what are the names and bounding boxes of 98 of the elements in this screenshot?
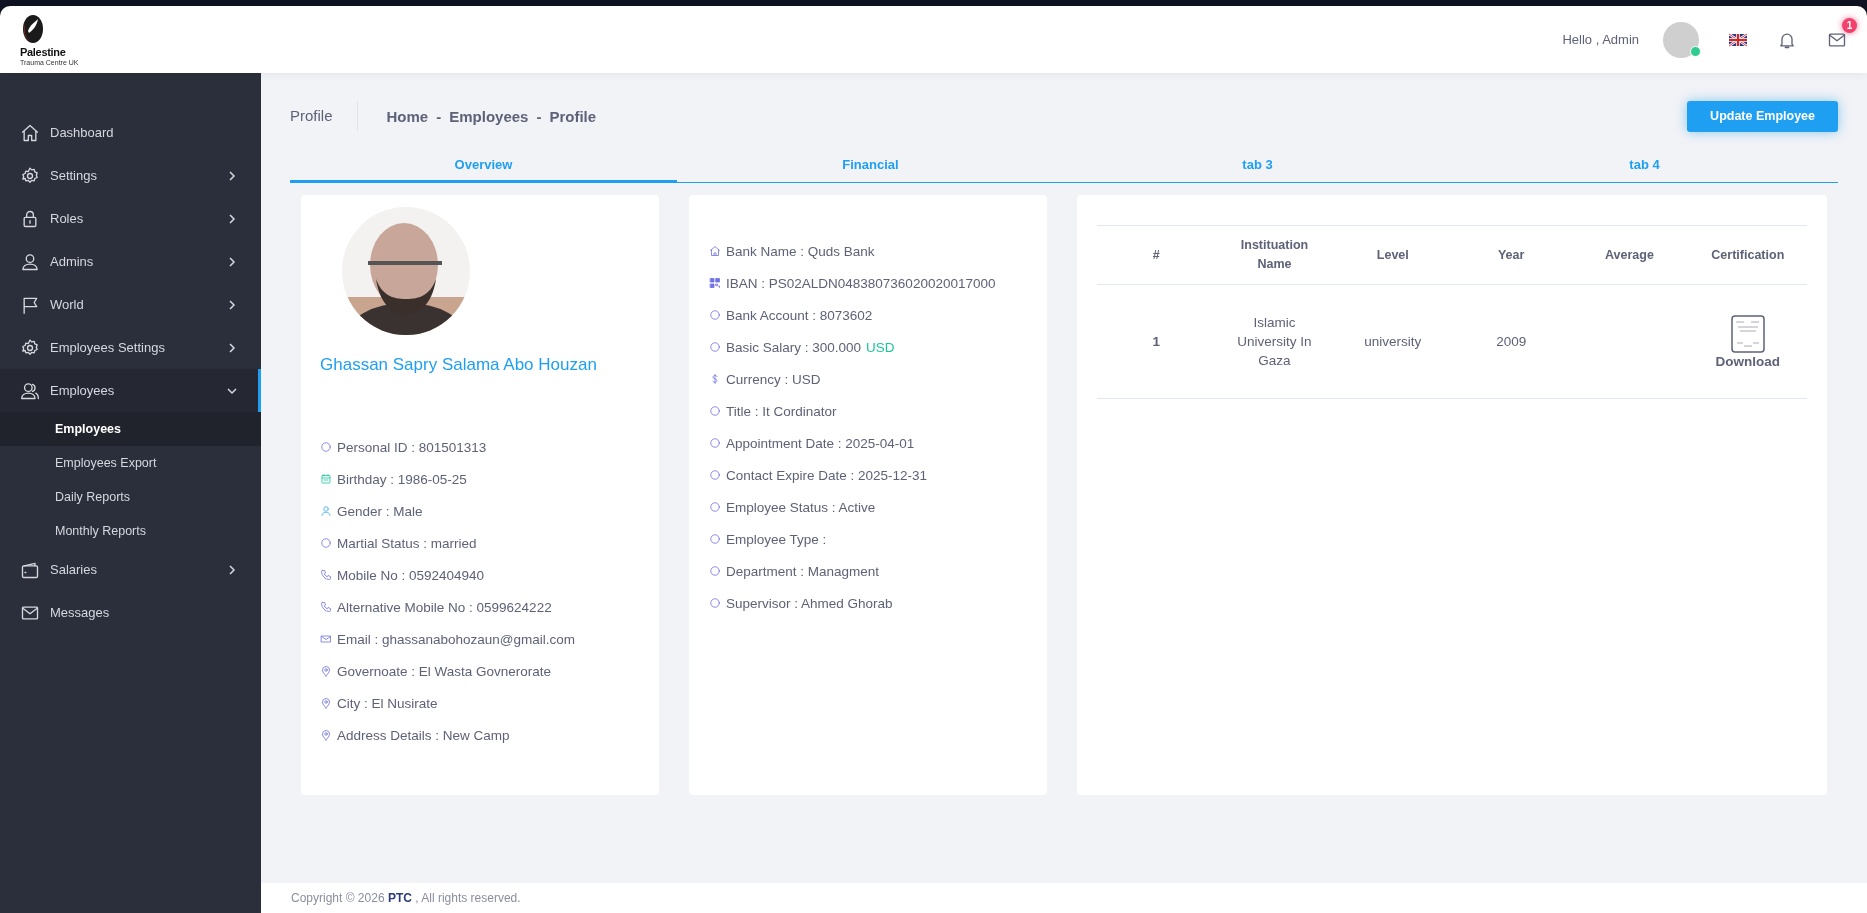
detail-text: Governoate : El Wasta Govnerorate bbox=[337, 663, 552, 679]
sidebar-item-label: Salaries bbox=[50, 562, 97, 577]
breadcrumb-separator: - bbox=[536, 107, 542, 125]
sidebar-subitem[interactable]: Employees Export bbox=[0, 446, 261, 480]
circle-icon bbox=[709, 405, 721, 417]
column-header: Instituation Name bbox=[1215, 225, 1334, 285]
dove-logo-icon bbox=[20, 13, 46, 45]
detail-text: Birthday : 1986-05-25 bbox=[337, 471, 467, 487]
detail-text: Title : It Cordinator bbox=[726, 403, 837, 419]
sidebar-item[interactable]: World bbox=[0, 283, 261, 326]
circle-icon bbox=[709, 341, 721, 353]
sidebar-subitem[interactable]: Daily Reports bbox=[0, 480, 261, 514]
detail-text: Gender : Male bbox=[337, 503, 423, 519]
circle-icon bbox=[320, 537, 332, 549]
phone-icon bbox=[320, 601, 332, 613]
sidebar-item-label: Dashboard bbox=[50, 125, 114, 140]
download-link[interactable]: Download bbox=[1715, 353, 1781, 369]
user-icon bbox=[20, 251, 40, 272]
sidebar-item-label: Roles bbox=[50, 211, 84, 226]
detail-text: Basic Salary : 300.000 bbox=[726, 339, 862, 355]
sidebar-item[interactable]: Employees bbox=[0, 369, 261, 412]
table-cell: 2009 bbox=[1452, 284, 1571, 399]
column-header: # bbox=[1097, 225, 1216, 285]
table-cell: university bbox=[1333, 284, 1452, 399]
sidebar-subitem[interactable]: Employees bbox=[0, 412, 261, 446]
user-icon bbox=[320, 505, 332, 517]
circle-icon bbox=[709, 309, 721, 321]
location-pin-icon bbox=[320, 665, 332, 677]
detail-text: Address Details : New Camp bbox=[337, 727, 510, 743]
flag-icon[interactable] bbox=[1729, 32, 1747, 47]
sidebar-item[interactable]: Messages bbox=[0, 591, 261, 634]
sidebar-item-label: Employees Settings bbox=[50, 340, 165, 355]
detail-text: Currency : USD bbox=[726, 371, 821, 387]
sidebar-item[interactable]: Settings bbox=[0, 154, 261, 197]
qr-code-icon bbox=[709, 277, 721, 289]
employee-name: Ghassan Sapry Salama Abo Houzan bbox=[320, 355, 598, 375]
detail-text: City : El Nusirate bbox=[337, 695, 438, 711]
dollar-icon bbox=[709, 373, 721, 385]
breadcrumb-item[interactable]: Home bbox=[386, 107, 429, 125]
copyright-text: Copyright © 2026 PTC , All rights reserved. bbox=[291, 891, 521, 905]
sidebar-subitem[interactable]: Monthly Reports bbox=[0, 514, 261, 548]
phone-icon bbox=[320, 569, 332, 581]
sidebar-item-label: Employees bbox=[50, 383, 115, 398]
sidebar-item-label: World bbox=[50, 297, 84, 312]
sidebar-item-label: Messages bbox=[50, 605, 110, 620]
detail-text: Martial Status : married bbox=[337, 535, 477, 551]
circle-icon bbox=[709, 565, 721, 577]
mail-icon bbox=[320, 633, 332, 645]
notification-badge: 1 bbox=[1842, 17, 1857, 33]
circle-icon bbox=[709, 437, 721, 449]
circle-icon bbox=[709, 469, 721, 481]
detail-text: Department : Managment bbox=[726, 563, 880, 579]
circle-icon bbox=[709, 533, 721, 545]
location-pin-icon bbox=[320, 729, 332, 741]
sidebar-item-label: Admins bbox=[50, 254, 94, 269]
sidebar-item[interactable]: Salaries bbox=[0, 548, 261, 591]
column-header: Average bbox=[1570, 225, 1689, 285]
detail-text: Email : ghassanabohozaun@gmail.com bbox=[337, 631, 576, 647]
breadcrumb-separator: - bbox=[436, 107, 442, 125]
detail-text: Employee Status : Active bbox=[726, 499, 876, 515]
sidebar-item[interactable]: Roles bbox=[0, 197, 261, 240]
column-header: Level bbox=[1333, 225, 1452, 285]
detail-text: Mobile No : 0592404940 bbox=[337, 567, 485, 583]
sidebar-item[interactable]: Dashboard bbox=[0, 111, 261, 154]
table-cell: 1 bbox=[1097, 284, 1216, 399]
detail-text: Alternative Mobile No : 0599624222 bbox=[337, 599, 552, 615]
greeting-text: Hello , Admin bbox=[1562, 32, 1639, 47]
sidebar-item-label: Settings bbox=[50, 168, 97, 183]
detail-text: Contact Expire Date : 2025-12-31 bbox=[726, 467, 928, 483]
location-pin-icon bbox=[320, 697, 332, 709]
home-icon bbox=[20, 122, 40, 143]
sidebar-item[interactable]: Admins bbox=[0, 240, 261, 283]
users-icon bbox=[20, 380, 40, 401]
detail-text: Appointment Date : 2025-04-01 bbox=[726, 435, 915, 451]
calendar-icon bbox=[320, 473, 332, 485]
settings-icon bbox=[20, 337, 40, 358]
detail-text: Bank Account : 8073602 bbox=[726, 307, 873, 323]
column-header: Certification bbox=[1688, 225, 1807, 285]
currency-unit: USD bbox=[866, 339, 895, 355]
home-icon bbox=[709, 245, 721, 257]
breadcrumb-item[interactable]: Employees bbox=[449, 107, 529, 125]
breadcrumb-item[interactable]: Profile bbox=[549, 107, 597, 125]
circle-icon bbox=[709, 501, 721, 513]
circle-icon bbox=[709, 597, 721, 609]
detail-text: Supervisor : Ahmed Ghorab bbox=[726, 595, 893, 611]
detail-text: Personal ID : 801501313 bbox=[337, 439, 487, 455]
logo-text: Palestine bbox=[20, 46, 66, 58]
sidebar-item[interactable]: Employees Settings bbox=[0, 326, 261, 369]
detail-text: Bank Name : Quds Bank bbox=[726, 243, 875, 259]
detail-text: IBAN : PS02ALDN048380736020020017000 bbox=[726, 275, 996, 291]
certificate-icon[interactable] bbox=[1730, 314, 1765, 353]
table-cell: Islamic University In Gaza bbox=[1215, 284, 1334, 399]
avatar[interactable] bbox=[1663, 21, 1699, 58]
circle-icon bbox=[320, 441, 332, 453]
page-title: Profile bbox=[290, 101, 358, 131]
detail-text: Employee Type : bbox=[726, 531, 827, 547]
column-header: Year bbox=[1452, 225, 1571, 285]
settings-icon bbox=[20, 165, 40, 186]
